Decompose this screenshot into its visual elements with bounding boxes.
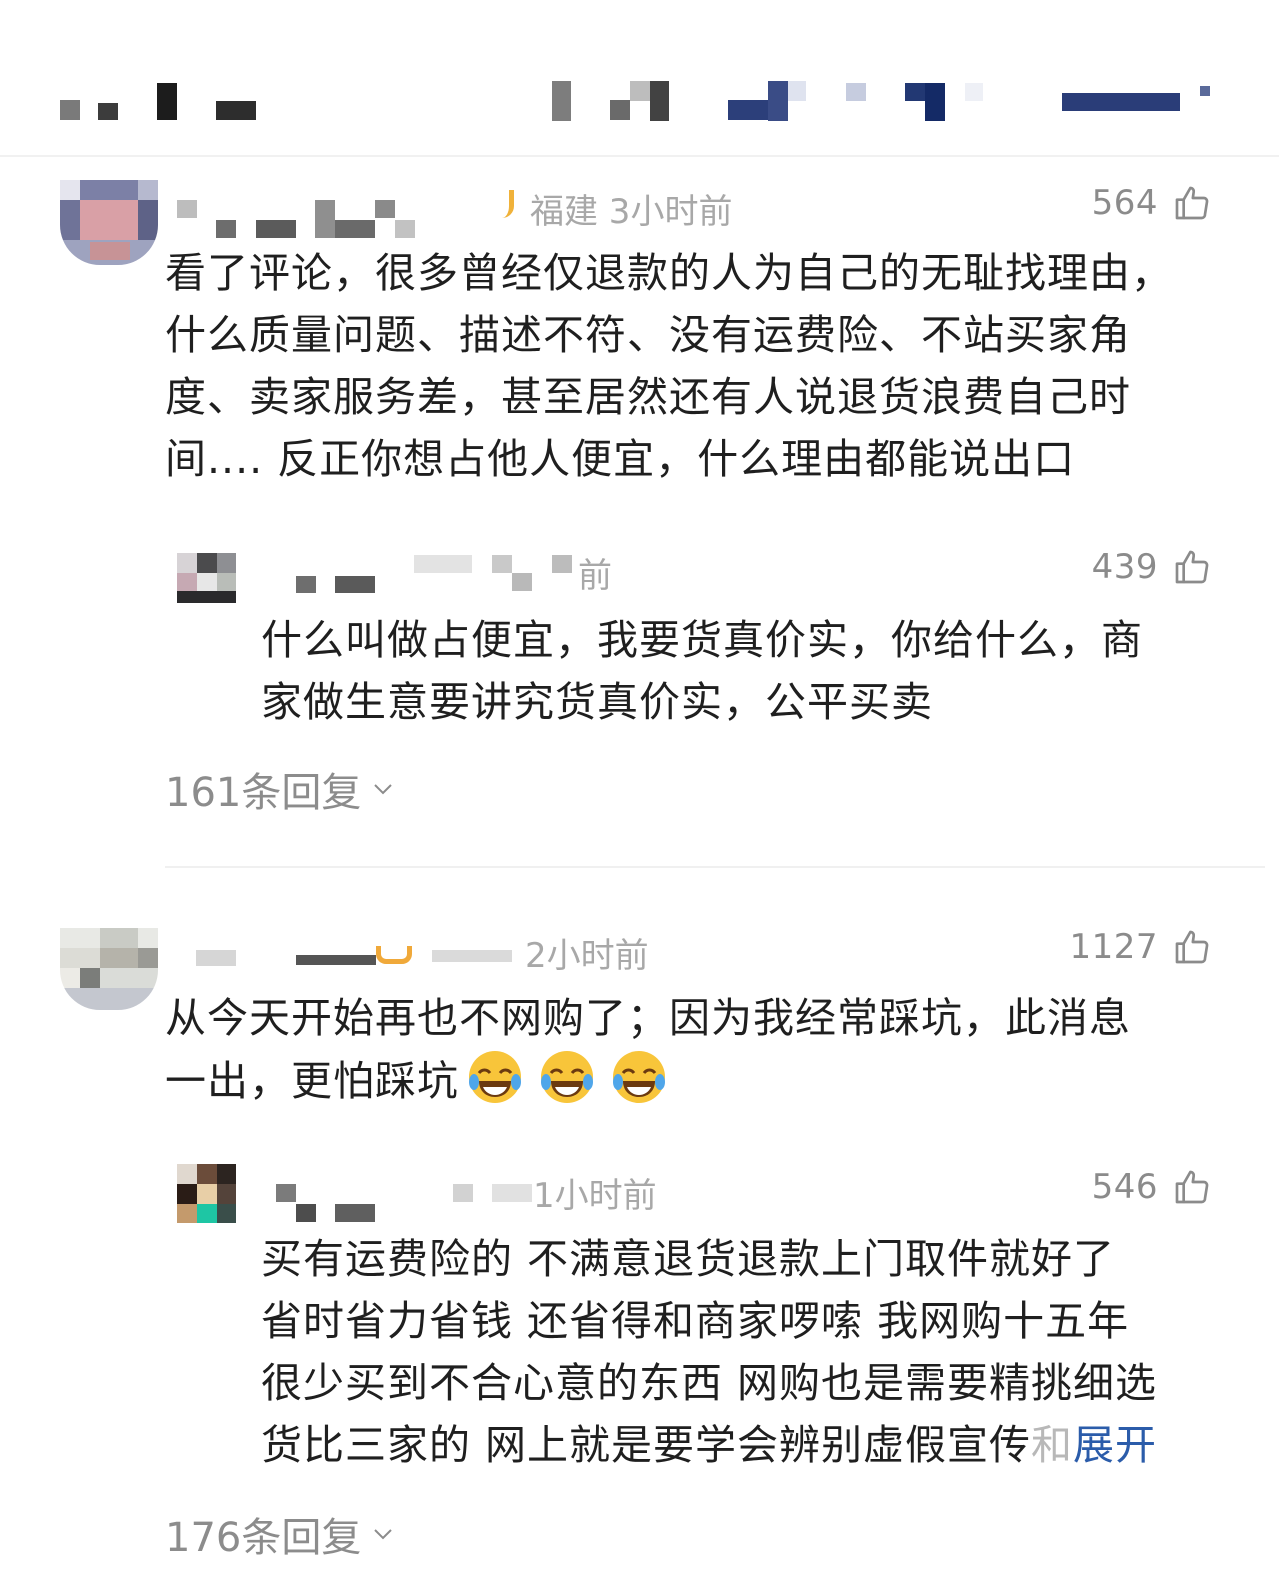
like-button[interactable]: 546	[1092, 1167, 1212, 1207]
comment-text: 从今天开始再也不网购了；因为我经常踩坑，此消息 一出，更怕踩坑	[165, 987, 1131, 1112]
reply-count-label: 161条回复	[165, 770, 362, 816]
comment-text-line: 什么质量问题、描述不符、没有运费险、不站买家角	[165, 311, 1131, 359]
reply-text-line: 什么叫做占便宜，我要货真价实，你给什么，商	[261, 616, 1143, 664]
laugh-cry-emoji-icon	[541, 1051, 593, 1103]
redacted-block	[610, 100, 630, 120]
redacted-block	[60, 100, 80, 120]
username-redacted	[296, 955, 376, 965]
redacted-block	[432, 950, 512, 962]
username-redacted	[315, 200, 335, 238]
username-redacted	[335, 220, 375, 238]
avatar[interactable]	[60, 928, 158, 1010]
username-redacted	[375, 200, 395, 218]
like-button[interactable]: 439	[1092, 547, 1212, 587]
chevron-down-icon	[374, 784, 393, 795]
like-button[interactable]: 564	[1092, 183, 1212, 223]
redacted-block	[788, 81, 806, 101]
reply-count-button[interactable]: 176条回复	[165, 1505, 395, 1563]
reply-count-button[interactable]: 161条回复	[165, 760, 395, 818]
redacted-block	[157, 83, 177, 120]
thumbs-up-icon	[1175, 930, 1209, 964]
username-redacted	[335, 576, 375, 593]
redacted-block	[492, 555, 512, 573]
reply-text: 什么叫做占便宜，我要货真价实，你给什么，商 家做生意要讲究货真价实，公平买卖	[261, 609, 1143, 733]
reply-text-line: 买有运费险的 不满意退货退款上门取件就好了	[261, 1235, 1116, 1283]
reply-text: 买有运费险的 不满意退货退款上门取件就好了 省时省力省钱 还省得和商家啰嗦 我网…	[261, 1228, 1157, 1476]
redacted-block	[552, 81, 571, 121]
comment-text: 看了评论，很多曾经仅退款的人为自己的无耻找理由， 什么质量问题、描述不符、没有运…	[165, 242, 1173, 490]
username-redacted	[296, 1204, 316, 1222]
comment-meta: 2小时前	[525, 936, 649, 976]
username-redacted[interactable]	[296, 576, 316, 593]
like-count: 439	[1091, 547, 1158, 587]
comment-text-line: 间.... 反正你想占他人便宜，什么理由都能说出口	[165, 435, 1076, 483]
reply-meta: 1小时前	[533, 1176, 657, 1216]
redacted-block	[414, 555, 472, 573]
comment-text-line: 从今天开始再也不网购了；因为我经常踩坑，此消息	[165, 994, 1131, 1042]
comment-meta: 福建 3小时前	[530, 192, 733, 232]
like-count: 564	[1091, 183, 1158, 223]
redacted-block	[1062, 93, 1180, 111]
redacted-block	[905, 83, 925, 101]
like-count: 1127	[1069, 927, 1158, 967]
reply-text-line: 家做生意要讲究货真价实，公平买卖	[261, 678, 933, 726]
reply-text-line: 货比三家的 网上就是要学会辨别虚假宣传和展开	[261, 1414, 1157, 1476]
thumbs-up-icon	[1175, 186, 1209, 220]
like-count: 546	[1091, 1167, 1158, 1207]
redacted-block	[552, 555, 572, 573]
laugh-cry-emoji-icon	[613, 1051, 665, 1103]
comment-text-line: 一出，更怕踩坑	[165, 1049, 1131, 1112]
reply-avatar[interactable]	[177, 1164, 236, 1223]
username-redacted[interactable]	[196, 950, 236, 966]
expand-link[interactable]: 展开	[1073, 1421, 1157, 1469]
username-redacted	[256, 220, 296, 238]
reply-text-faded: 和	[1031, 1421, 1074, 1469]
reply-meta: 前	[578, 556, 612, 596]
comment-text-fragment: 一出，更怕踩坑	[165, 1057, 459, 1105]
redacted-block	[98, 103, 118, 120]
redacted-block	[650, 81, 669, 121]
badge-redacted	[376, 946, 412, 964]
reply-text-line: 省时省力省钱 还省得和商家啰嗦 我网购十五年	[261, 1297, 1130, 1345]
comment-text-line: 度、卖家服务差，甚至居然还有人说退货浪费自己时	[165, 373, 1131, 421]
redacted-block	[630, 81, 650, 101]
redacted-block	[492, 1184, 532, 1202]
avatar[interactable]	[60, 180, 158, 265]
redacted-block	[453, 1184, 473, 1202]
laugh-cry-emoji-icon	[469, 1051, 521, 1103]
redacted-block	[925, 83, 945, 121]
reply-text-fragment: 货比三家的 网上就是要学会辨别虚假宣传	[261, 1421, 1032, 1469]
username-redacted[interactable]	[276, 1184, 296, 1202]
username-redacted	[216, 220, 236, 238]
redacted-block	[216, 101, 256, 120]
badge-redacted	[500, 190, 514, 218]
redacted-block	[728, 100, 768, 120]
redacted-block	[846, 83, 866, 101]
like-button[interactable]: 1127	[1069, 927, 1212, 967]
redacted-block	[768, 81, 788, 121]
chevron-down-icon	[374, 1529, 393, 1540]
username-redacted[interactable]	[177, 200, 197, 218]
thumbs-up-icon	[1175, 550, 1209, 584]
reply-avatar[interactable]	[177, 553, 236, 603]
username-redacted	[395, 220, 415, 238]
thumbs-up-icon	[1175, 1170, 1209, 1204]
comment-text-line: 看了评论，很多曾经仅退款的人为自己的无耻找理由，	[165, 249, 1173, 297]
comment-divider	[165, 866, 1265, 868]
redacted-block	[512, 573, 532, 591]
reply-text-line: 很少买到不合心意的东西 网购也是需要精挑细选	[261, 1359, 1158, 1407]
redacted-block	[965, 83, 983, 101]
username-redacted	[335, 1204, 375, 1222]
redacted-block	[1200, 86, 1210, 96]
reply-count-label: 176条回复	[165, 1515, 362, 1561]
top-header	[0, 0, 1279, 157]
